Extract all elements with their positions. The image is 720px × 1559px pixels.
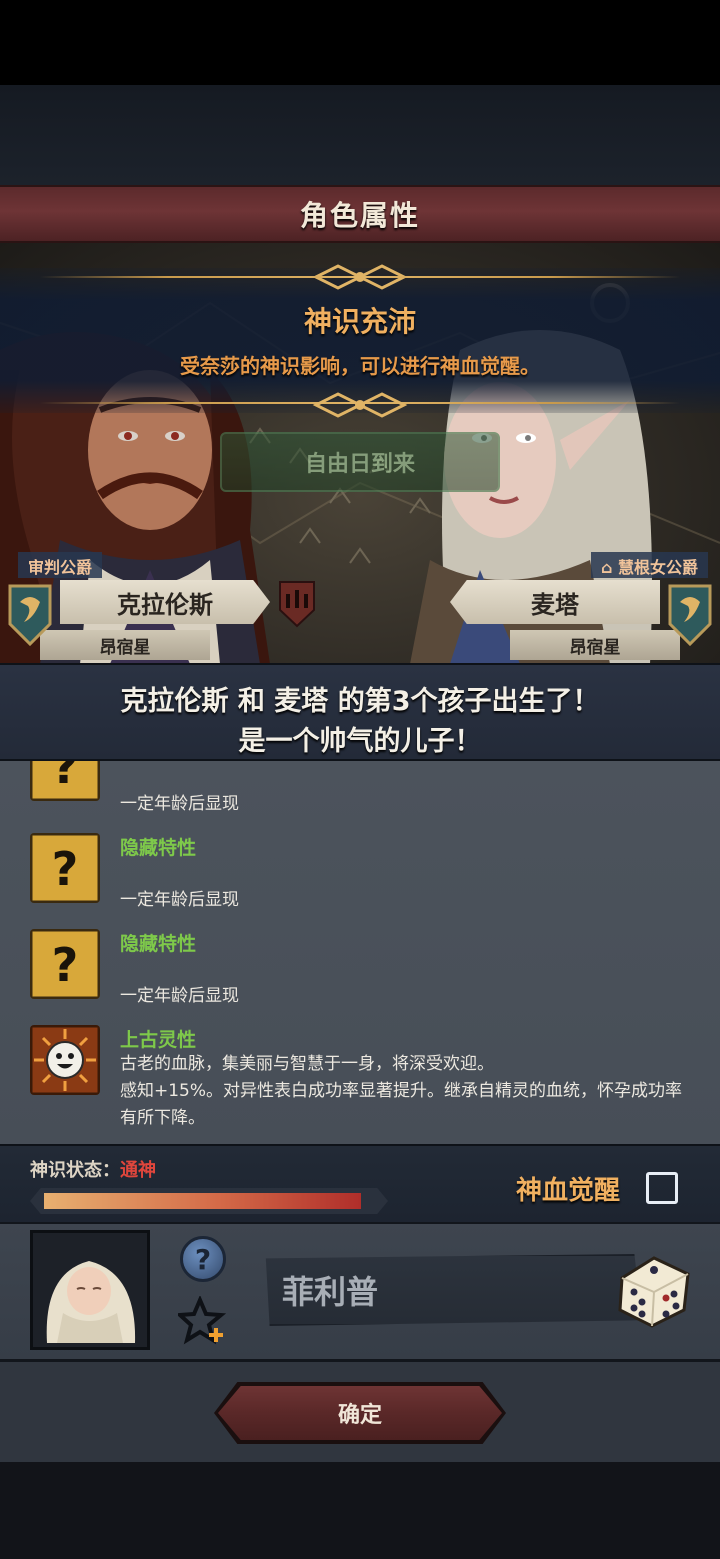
- page-title-bar: 角色属性: [0, 185, 720, 243]
- svg-text:?: ?: [52, 938, 79, 992]
- baby-portrait: [30, 1230, 150, 1350]
- ornament-bottom-icon: [312, 392, 408, 418]
- dimmed-background: [0, 85, 720, 185]
- divine-status-panel: 神识状态：通神 神血觉醒: [0, 1144, 720, 1222]
- castle-crest-icon: [279, 581, 315, 628]
- mother-rank-label: 慧根女公爵: [617, 558, 698, 577]
- blood-awaken-label: 神血觉醒: [516, 1176, 621, 1206]
- father-name: 克拉伦斯: [117, 590, 213, 619]
- random-name-dice-icon[interactable]: [612, 1248, 694, 1330]
- favorite-star-plus-icon[interactable]: [178, 1296, 228, 1346]
- announcement-line-1: 克拉伦斯 和 麦塔 的第3个孩子出生了！: [120, 686, 600, 717]
- birth-announcement: 克拉伦斯 和 麦塔 的第3个孩子出生了！ 是一个帅气的儿子！: [0, 663, 720, 761]
- question-mark-icon: ?: [30, 929, 100, 999]
- confirm-button[interactable]: 确定: [218, 1386, 502, 1440]
- announcement-line-2: 是一个帅气的儿子！: [238, 726, 482, 757]
- svg-text:?: ?: [52, 761, 79, 794]
- father-star: 昂宿星: [40, 630, 210, 660]
- banner-subtitle: 受奈莎的神识影响，可以进行神血觉醒。: [180, 354, 540, 378]
- child-naming-panel: ? 菲利普: [0, 1222, 720, 1362]
- smiling-sun-icon: [30, 1025, 100, 1095]
- divine-status-caption: 神识状态：: [30, 1160, 120, 1181]
- dragon-crest-icon: [668, 584, 712, 646]
- house-icon: ⌂: [600, 558, 613, 577]
- svg-text:?: ?: [52, 842, 79, 896]
- blood-awaken-checkbox[interactable]: [646, 1172, 678, 1204]
- top-status-area: [0, 0, 720, 85]
- question-mark-icon: ?: [30, 761, 100, 801]
- awakening-banner: 神识充沛 受奈莎的神识影响，可以进行神血觉醒。: [0, 264, 720, 418]
- divine-status-value: 通神: [120, 1160, 156, 1181]
- traits-list[interactable]: ? 一定年龄后显现 ? 隐藏特性 一定年龄后显现 ? 隐藏特性 一定年龄后显现 …: [0, 761, 720, 1144]
- child-name-input[interactable]: 菲利普: [265, 1254, 642, 1326]
- trait-desc: 一定年龄后显现: [120, 986, 239, 1006]
- mother-name-plate: 麦塔: [450, 580, 660, 624]
- trait-desc: 一定年龄后显现: [120, 794, 239, 814]
- mother-star: 昂宿星: [510, 630, 680, 660]
- event-button[interactable]: 自由日到来: [220, 432, 500, 492]
- mother-name: 麦塔: [531, 590, 579, 619]
- confirm-button-label: 确定: [337, 1403, 382, 1428]
- question-icon: ?: [194, 1242, 212, 1276]
- dragon-crest-icon: [8, 584, 52, 646]
- event-button-label: 自由日到来: [304, 452, 415, 477]
- divine-status-label: 神识状态：通神: [30, 1156, 156, 1182]
- bottom-area: [0, 1462, 720, 1559]
- trait-name: 上古灵性: [120, 1029, 197, 1051]
- trait-desc: 古老的血脉，集美丽与智慧于一身，将深受欢迎。 感知+15%。对异性表白成功率显著…: [120, 1054, 683, 1128]
- page-title: 角色属性: [299, 199, 420, 232]
- help-button[interactable]: ?: [180, 1236, 226, 1282]
- father-name-plate: 克拉伦斯: [60, 580, 270, 624]
- child-name-value: 菲利普: [282, 1273, 379, 1311]
- banner-title: 神识充沛: [303, 305, 416, 338]
- trait-name: 隐藏特性: [120, 933, 197, 955]
- trait-desc: 一定年龄后显现: [120, 890, 239, 910]
- trait-name: 隐藏特性: [120, 837, 197, 859]
- question-mark-icon: ?: [30, 833, 100, 903]
- divine-status-bar-fill: [44, 1193, 361, 1209]
- mother-rank: ⌂ 慧根女公爵: [590, 552, 708, 578]
- father-rank: 审判公爵: [18, 552, 103, 578]
